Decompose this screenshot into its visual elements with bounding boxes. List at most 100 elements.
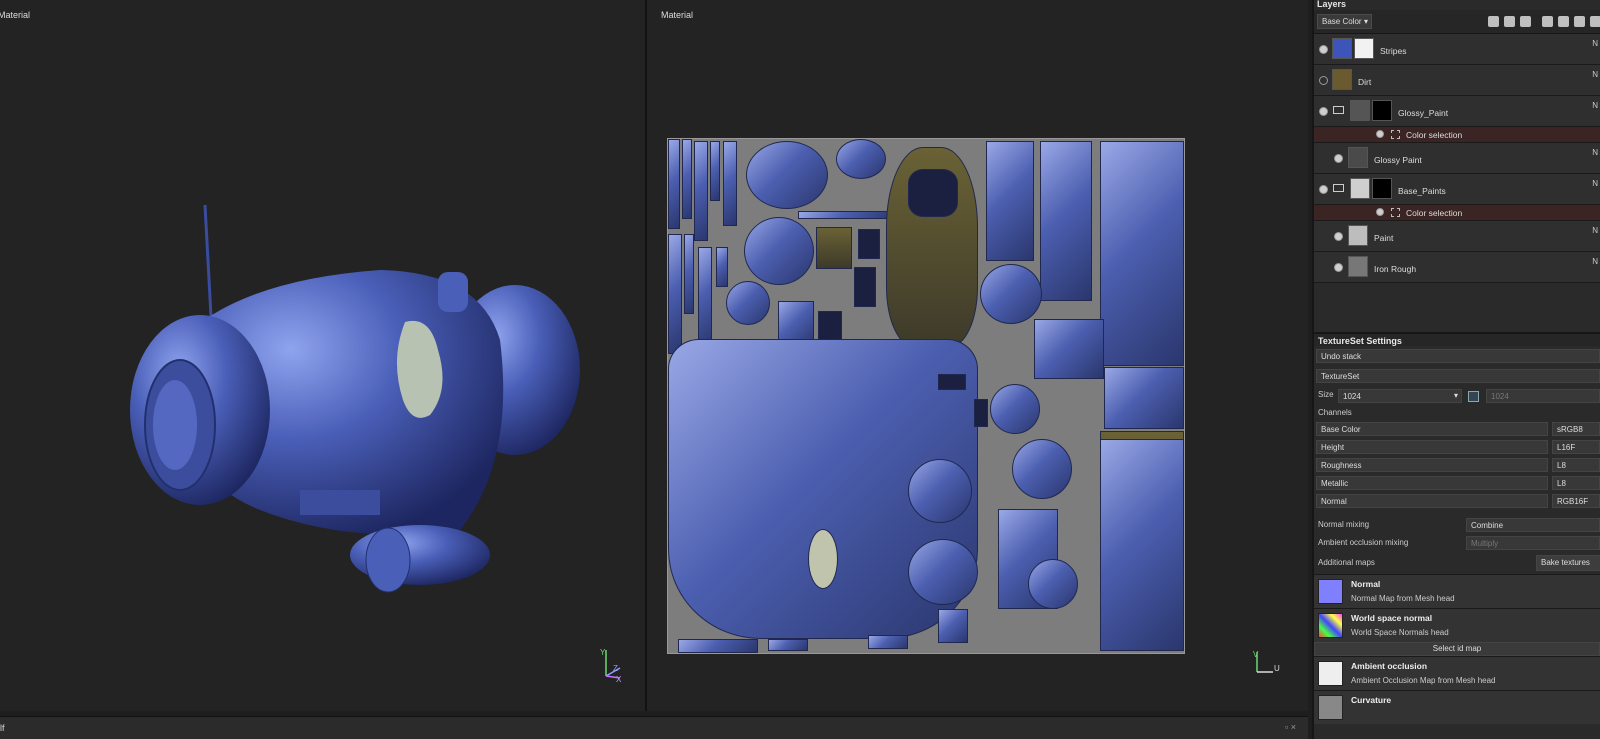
blend-mode-mark: N xyxy=(1592,148,1598,157)
layer-thumbnail xyxy=(1348,147,1368,168)
layers-toolbar: Base Color ▾ xyxy=(1314,10,1600,34)
layer-row-iron-rough[interactable]: Iron Rough N xyxy=(1314,252,1600,283)
mask-thumbnail xyxy=(1372,100,1392,121)
curvature-map-thumbnail xyxy=(1318,695,1343,720)
add-mask-icon[interactable] xyxy=(1520,16,1531,27)
blend-mode-mark: N xyxy=(1592,179,1598,188)
mask-effect-color-selection[interactable]: Color selection xyxy=(1314,127,1600,143)
undo-stack-field[interactable]: Undo stack xyxy=(1316,349,1600,363)
blend-mode-mark: N xyxy=(1592,70,1598,79)
visibility-eye-icon[interactable] xyxy=(1319,185,1328,194)
textureset-name-field[interactable]: TextureSet xyxy=(1316,369,1600,383)
layer-row-paint[interactable]: Paint N xyxy=(1314,221,1600,252)
visibility-eye-icon[interactable] xyxy=(1334,263,1343,272)
map-item-curvature[interactable]: Curvature xyxy=(1314,690,1600,724)
channels-label: Channels xyxy=(1318,408,1352,417)
layer-name: Glossy_Paint xyxy=(1398,108,1449,118)
map-name: World space normal xyxy=(1351,613,1433,623)
mask-effect-color-selection[interactable]: Color selection xyxy=(1314,205,1600,221)
size-dropdown[interactable]: 1024 ▾ xyxy=(1338,389,1462,403)
layer-thumbnail xyxy=(1332,69,1352,90)
dock-window-controls[interactable]: ▫ × xyxy=(1285,722,1296,732)
layer-thumbnail xyxy=(1348,256,1368,277)
layer-row-dirt[interactable]: Dirt N xyxy=(1314,65,1600,96)
bottom-dock-label: lf xyxy=(0,723,5,733)
channel-dropdown[interactable]: Base Color ▾ xyxy=(1317,14,1372,29)
viewport-3d[interactable]: Material Y Z X xyxy=(0,0,645,711)
visibility-eye-icon[interactable] xyxy=(1319,76,1328,85)
world-normal-thumbnail xyxy=(1318,613,1343,638)
textureset-settings-title: TextureSet Settings xyxy=(1314,332,1600,346)
blend-mode-mark: N xyxy=(1592,39,1598,48)
channel-format-dropdown[interactable]: L16F xyxy=(1552,440,1600,454)
add-folder-icon[interactable] xyxy=(1558,16,1569,27)
bake-textures-button[interactable]: Bake textures xyxy=(1536,555,1600,571)
channel-name-field[interactable]: Height xyxy=(1316,440,1548,454)
effect-name: Color selection xyxy=(1406,130,1463,140)
channel-name-field[interactable]: Roughness xyxy=(1316,458,1548,472)
layer-row-glossy-paint-folder[interactable]: Glossy_Paint N xyxy=(1314,96,1600,127)
blend-mode-mark: N xyxy=(1592,101,1598,110)
folder-icon xyxy=(1333,106,1344,114)
map-item-world-space-normal[interactable]: World space normal World Space Normals h… xyxy=(1314,608,1600,642)
visibility-eye-icon[interactable] xyxy=(1376,130,1384,138)
map-description: Ambient Occlusion Map from Mesh head xyxy=(1351,676,1496,685)
channel-name-field[interactable]: Metallic xyxy=(1316,476,1548,490)
bottom-dock-bar: lf ▫ × xyxy=(0,716,1308,739)
map-name: Ambient occlusion xyxy=(1351,661,1428,671)
viewport-3d-title: Material xyxy=(0,10,31,20)
map-item-ambient-occlusion[interactable]: Ambient occlusion Ambient Occlusion Map … xyxy=(1314,656,1600,690)
uv-axis-gizmo-icon xyxy=(1256,652,1273,673)
layer-row-glossy-paint[interactable]: Glossy Paint N xyxy=(1314,143,1600,174)
visibility-eye-icon[interactable] xyxy=(1376,208,1384,216)
visibility-eye-icon[interactable] xyxy=(1334,154,1343,163)
normal-mixing-dropdown[interactable]: Combine xyxy=(1466,518,1600,532)
channel-name-field[interactable]: Normal xyxy=(1316,494,1548,508)
visibility-eye-icon[interactable] xyxy=(1319,45,1328,54)
layers-list: Stripes N Dirt N Glossy_Paint N Color se… xyxy=(1314,34,1600,294)
additional-maps-label: Additional maps xyxy=(1318,558,1375,567)
selection-icon xyxy=(1391,130,1400,139)
layers-panel-title: Layers xyxy=(1317,0,1347,9)
folder-icon xyxy=(1333,184,1344,192)
channel-format-dropdown[interactable]: sRGB8 xyxy=(1552,422,1600,436)
layer-name: Glossy Paint xyxy=(1374,155,1422,165)
select-id-map-button[interactable]: Select id map xyxy=(1314,642,1600,656)
viewport-2d-title: Material xyxy=(661,10,694,20)
ao-mixing-dropdown[interactable]: Multiply xyxy=(1466,536,1600,550)
delete-layer-icon[interactable] xyxy=(1590,16,1600,27)
map-item-normal[interactable]: Normal Normal Map from Mesh head xyxy=(1314,574,1600,608)
blend-mode-mark: N xyxy=(1592,226,1598,235)
channel-format-dropdown[interactable]: RGB16F xyxy=(1552,494,1600,508)
chevron-down-icon: ▾ xyxy=(1363,17,1368,26)
visibility-eye-icon[interactable] xyxy=(1334,232,1343,241)
map-name: Normal xyxy=(1351,579,1381,589)
effect-name: Color selection xyxy=(1406,208,1463,218)
layer-name: Iron Rough xyxy=(1374,264,1417,274)
layer-thumbnail xyxy=(1348,225,1368,246)
uv-texture-sheet xyxy=(667,138,1185,654)
size-label: Size xyxy=(1318,390,1334,399)
channel-format-dropdown[interactable]: L8 xyxy=(1552,458,1600,472)
add-fill-layer-icon[interactable] xyxy=(1488,16,1499,27)
layer-row-stripes[interactable]: Stripes N xyxy=(1314,34,1600,65)
mask-thumbnail xyxy=(1372,178,1392,199)
visibility-eye-icon[interactable] xyxy=(1319,107,1328,116)
normal-map-thumbnail xyxy=(1318,579,1343,604)
add-layer-icon[interactable] xyxy=(1504,16,1515,27)
add-effect-icon[interactable] xyxy=(1542,16,1553,27)
channel-dropdown-value: Base Color xyxy=(1322,17,1362,26)
layer-name: Base_Paints xyxy=(1398,186,1446,196)
size-secondary-field: 1024 xyxy=(1486,389,1600,403)
channel-name-field[interactable]: Base Color xyxy=(1316,422,1548,436)
lock-icon[interactable] xyxy=(1468,391,1479,402)
map-name: Curvature xyxy=(1351,695,1392,705)
layer-thumbnail xyxy=(1332,38,1352,59)
layer-row-base-paints-folder[interactable]: Base_Paints N xyxy=(1314,174,1600,205)
map-description: Normal Map from Mesh head xyxy=(1351,594,1455,603)
duplicate-layer-icon[interactable] xyxy=(1574,16,1585,27)
viewport-2d[interactable]: Material V U xyxy=(647,0,1308,711)
layer-name: Dirt xyxy=(1358,77,1372,87)
channel-format-dropdown[interactable]: L8 xyxy=(1552,476,1600,490)
layer-thumbnail xyxy=(1350,100,1370,121)
